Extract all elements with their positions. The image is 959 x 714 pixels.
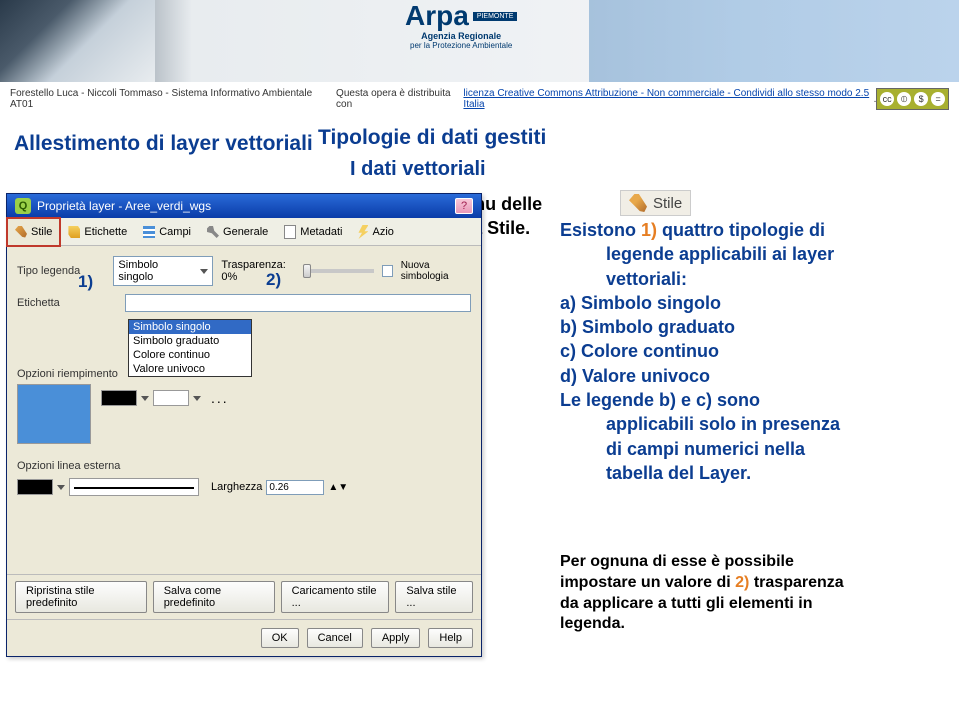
tab-campi[interactable]: Campi	[135, 218, 199, 245]
logo-area: Arpa PIEMONTE Agenzia Regionale per la P…	[405, 0, 517, 51]
flash-icon	[358, 225, 368, 239]
tag-icon	[68, 226, 80, 238]
help-button[interactable]: Help	[428, 628, 473, 648]
color-black-swatch[interactable]	[101, 390, 137, 406]
attribution-authors: Forestello Luca - Niccoli Tommaso - Sist…	[10, 88, 323, 110]
attribution-mid: Questa opera è distribuita con	[336, 88, 463, 110]
titlebar-help-button[interactable]: ?	[455, 198, 473, 214]
document-icon	[284, 225, 296, 239]
option-simbolo-singolo[interactable]: Simbolo singolo	[129, 320, 251, 334]
header-band: Arpa PIEMONTE Agenzia Regionale per la P…	[0, 0, 959, 82]
tipo-legenda-options[interactable]: Simbolo singolo Simbolo graduato Colore …	[128, 319, 252, 377]
etichetta-label: Etichetta	[17, 297, 117, 309]
line-color-swatch[interactable]	[17, 479, 53, 495]
ok-button[interactable]: OK	[261, 628, 299, 648]
opzioni-linea-label: Opzioni linea esterna	[17, 460, 471, 472]
cc-badge-icon: cc⦶$=	[876, 88, 949, 110]
dialog-footer-styles: Ripristina stile predefinito Salva come …	[7, 574, 481, 619]
layer-properties-dialog: Q Proprietà layer - Aree_verdi_wgs ? Sti…	[6, 193, 482, 657]
tab-stile[interactable]: Stile	[7, 218, 60, 246]
apply-button[interactable]: Apply	[371, 628, 421, 648]
wrench-icon	[207, 226, 219, 238]
larghezza-input[interactable]	[266, 480, 324, 495]
logo-region: PIEMONTE	[473, 12, 518, 21]
larghezza-label: Larghezza	[211, 481, 262, 493]
tab-metadati[interactable]: Metadati	[276, 218, 350, 245]
grid-icon	[143, 226, 155, 238]
explanation-text: Esistono 1) quattro tipologie di legende…	[560, 218, 930, 485]
brush-icon	[15, 226, 27, 238]
dialog-footer-actions: OK Cancel Apply Help	[7, 619, 481, 656]
annotation-marker-1: 1)	[78, 272, 93, 292]
logo-subtitle: Agenzia Regionale per la Protezione Ambi…	[410, 32, 512, 51]
attribution-bar: Forestello Luca - Niccoli Tommaso - Sist…	[0, 82, 959, 114]
app-icon: Q	[15, 198, 31, 214]
stile-badge: Stile	[620, 190, 691, 216]
brush-icon	[629, 194, 647, 212]
line-style-swatch[interactable]	[69, 478, 199, 496]
title-sub: I dati vettoriali	[350, 158, 486, 181]
header-decor	[589, 0, 959, 82]
dialog-title: Proprietà layer - Aree_verdi_wgs	[37, 199, 211, 213]
cancel-button[interactable]: Cancel	[307, 628, 363, 648]
logo-text: Arpa	[405, 0, 469, 32]
more-icon[interactable]: ...	[211, 390, 229, 406]
option-simbolo-graduato[interactable]: Simbolo graduato	[129, 334, 251, 348]
fill-swatch[interactable]	[17, 384, 91, 444]
restore-default-style-button[interactable]: Ripristina stile predefinito	[15, 581, 147, 613]
trasparenza-slider[interactable]	[303, 269, 374, 273]
tab-etichette[interactable]: Etichette	[60, 218, 135, 245]
dialog-tabs: Stile Etichette Campi Generale Metadati …	[7, 218, 481, 246]
header-photo	[0, 0, 155, 82]
nuova-simbologia-checkbox[interactable]	[382, 265, 393, 277]
option-colore-continuo[interactable]: Colore continuo	[129, 348, 251, 362]
nuova-simbologia-label: Nuova simbologia	[401, 260, 471, 282]
option-valore-univoco[interactable]: Valore univoco	[129, 362, 251, 376]
title-top-right: Tipologie di dati gestiti	[318, 126, 546, 150]
tipo-legenda-dropdown[interactable]: Simbolo singolo	[113, 256, 213, 286]
annotation-marker-2: 2)	[266, 270, 281, 290]
transparency-note: Per ognuna di esse è possibile impostare…	[560, 552, 928, 635]
save-default-style-button[interactable]: Salva come predefinito	[153, 581, 275, 613]
etichetta-input[interactable]	[125, 294, 471, 312]
trasparenza-label: Trasparenza: 0%	[221, 259, 295, 283]
save-style-button[interactable]: Salva stile ...	[395, 581, 473, 613]
load-style-button[interactable]: Caricamento stile ...	[281, 581, 390, 613]
dialog-titlebar[interactable]: Q Proprietà layer - Aree_verdi_wgs ?	[7, 194, 481, 218]
tab-generale[interactable]: Generale	[199, 218, 276, 245]
tab-azioni[interactable]: Azio	[350, 218, 401, 245]
cc-license-link[interactable]: licenza Creative Commons Attribuzione - …	[463, 88, 873, 110]
color-white-swatch[interactable]	[153, 390, 189, 406]
